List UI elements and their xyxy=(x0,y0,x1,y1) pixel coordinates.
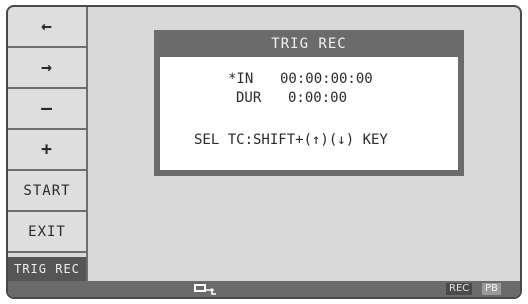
status-bar: REC PB xyxy=(8,281,520,297)
tape-icon xyxy=(194,284,216,295)
in-timecode[interactable]: 00:00:00:00 xyxy=(280,71,373,87)
right-arrow-button[interactable]: → xyxy=(8,48,86,89)
start-button[interactable]: START xyxy=(8,171,86,212)
dur-timecode: 0:00:00 xyxy=(288,90,348,106)
plus-button[interactable]: + xyxy=(8,130,86,171)
minus-button[interactable]: – xyxy=(8,89,86,130)
trig-rec-mode-label: TRIG REC xyxy=(8,257,86,281)
function-sidebar: ← → – + START EXIT TRIG REC xyxy=(8,7,88,283)
dur-label: DUR xyxy=(236,90,262,106)
in-label: *IN xyxy=(228,71,254,87)
trig-rec-dialog: TRIG REC *IN 00:00:00:00 DUR 0:00:00 SEL… xyxy=(154,30,464,176)
rec-indicator: REC xyxy=(446,283,473,295)
key-hint-text: SEL TC:SHIFT+(↑)(↓) KEY xyxy=(194,132,388,148)
exit-button[interactable]: EXIT xyxy=(8,212,86,253)
dialog-title: TRIG REC xyxy=(271,36,347,52)
dialog-body: *IN 00:00:00:00 DUR 0:00:00 SEL TC:SHIFT… xyxy=(160,57,458,170)
left-arrow-button[interactable]: ← xyxy=(8,7,86,48)
pb-indicator: PB xyxy=(482,283,501,295)
lcd-screen: ← → – + START EXIT TRIG REC TRIG REC *IN… xyxy=(6,5,522,299)
